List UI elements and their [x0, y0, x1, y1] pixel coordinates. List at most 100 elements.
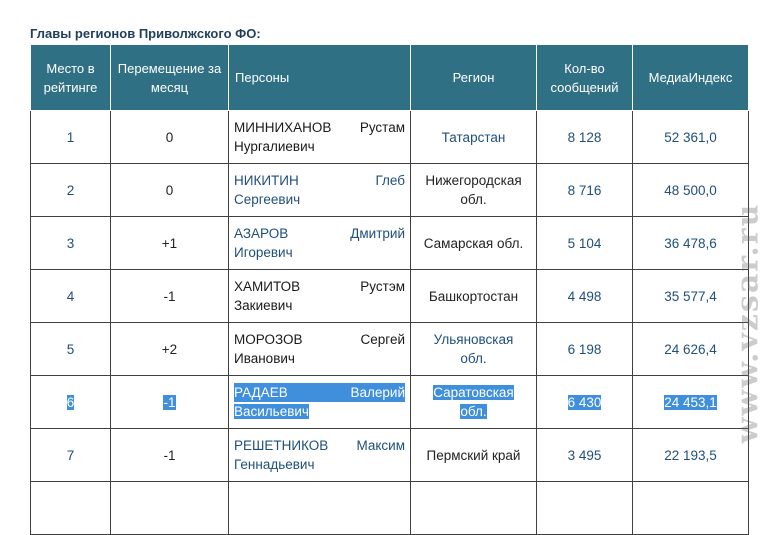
region-name: Саратовская: [433, 385, 514, 400]
selected-text: 24 453,1: [664, 394, 717, 410]
table-row: 7 -1 РЕШЕТНИКОВ Максим Геннадьевич Пермск…: [30, 428, 749, 482]
person-patronymic: Иванович: [234, 351, 295, 366]
person-cell: МОРОЗОВ Сергей Иванович: [228, 322, 411, 376]
person-cell[interactable]: РЕШЕТНИКОВ Максим Геннадьевич: [228, 428, 411, 482]
media-index-cell: 52 361,0: [632, 110, 749, 164]
table-row: 2 0 НИКИТИН Глеб Сергеевич Нижегородская …: [30, 163, 749, 217]
person-cell: ХАМИТОВ Рустэм Закиевич: [228, 269, 411, 323]
media-index-cell: 22 193,5: [632, 428, 749, 482]
change-cell: 0: [110, 163, 229, 217]
rank-cell: 7: [30, 428, 111, 482]
table-heading: Главы регионов Приволжского ФО:: [30, 26, 261, 41]
messages-cell: 3 495: [536, 428, 633, 482]
rank-cell: [30, 481, 111, 535]
media-index-cell: 35 577,4: [632, 269, 749, 323]
region-name: Пермский край: [426, 447, 521, 463]
change-cell: +1: [110, 216, 229, 270]
person-surname: НИКИТИН: [234, 173, 299, 188]
region-name-suffix: обл.: [460, 192, 487, 207]
change-cell: 0: [110, 110, 229, 164]
media-index-cell: 48 500,0: [632, 163, 749, 217]
region-name: Ульяновская: [433, 332, 514, 347]
change-cell: +2: [110, 322, 229, 376]
region-name-suffix: обл.: [460, 351, 487, 366]
table-row: 1 0 МИННИХАНОВ Рустам Нургалиевич Татарст…: [30, 110, 749, 164]
person-cell[interactable]: РАДАЕВ Валерий Васильевич: [228, 375, 411, 429]
region-name-suffix: обл.: [460, 404, 487, 419]
person-patronymic: Игоревич: [234, 245, 293, 260]
table-row: 5 +2 МОРОЗОВ Сергей Иванович Ульяновская …: [30, 322, 749, 376]
region-cell: [410, 481, 537, 535]
messages-cell: 5 104: [536, 216, 633, 270]
media-index-cell: [632, 481, 749, 535]
messages-cell: 6 198: [536, 322, 633, 376]
person-first-name: Рустэм: [360, 279, 405, 294]
table-row: 3 +1 АЗАРОВ Дмитрий Игоревич Самарская об…: [30, 216, 749, 270]
rank-cell: 1: [30, 110, 111, 164]
person-first-name: Сергей: [360, 332, 405, 347]
media-index-cell: 36 478,6: [632, 216, 749, 270]
col-header-person: Персоны: [228, 44, 411, 111]
messages-cell: 6 430: [536, 375, 633, 429]
header-row: Место в рейтинге Перемещение за месяц Пе…: [30, 44, 749, 111]
rank-cell: 5: [30, 322, 111, 376]
media-index-cell: 24 453,1: [632, 375, 749, 429]
table-row-partial: [30, 481, 749, 535]
rank-cell: 2: [30, 163, 111, 217]
person-surname: РЕШЕТНИКОВ: [234, 438, 329, 453]
region-name: Самарская обл.: [423, 235, 524, 251]
messages-cell: 8 716: [536, 163, 633, 217]
selected-text: 6 430: [567, 394, 602, 410]
region-cell: Самарская обл.: [410, 216, 537, 270]
rank-cell: 4: [30, 269, 111, 323]
person-cell: МИННИХАНОВ Рустам Нургалиевич: [228, 110, 411, 164]
person-cell[interactable]: НИКИТИН Глеб Сергеевич: [228, 163, 411, 217]
change-cell: -1: [110, 375, 229, 429]
person-first-name: Максим: [356, 438, 405, 453]
person-first-name: Глеб: [375, 173, 405, 188]
messages-cell: [536, 481, 633, 535]
col-header-rank: Место в рейтинге: [30, 44, 111, 111]
rank-cell: 3: [30, 216, 111, 270]
region-name: Татарстан: [441, 129, 506, 145]
change-cell: [110, 481, 229, 535]
person-surname: МОРОЗОВ: [234, 332, 303, 347]
selected-text: -1: [163, 394, 176, 410]
person-patronymic: Закиевич: [234, 298, 293, 313]
table-row: 4 -1 ХАМИТОВ Рустэм Закиевич Башкортостан…: [30, 269, 749, 323]
messages-cell: 8 128: [536, 110, 633, 164]
col-header-change: Перемещение за месяц: [110, 44, 229, 111]
person-patronymic: Нургалиевич: [234, 139, 315, 154]
messages-cell: 4 498: [536, 269, 633, 323]
person-first-name: Дмитрий: [350, 226, 405, 241]
region-cell[interactable]: Татарстан: [410, 110, 537, 164]
person-surname: ХАМИТОВ: [234, 279, 301, 294]
region-name: Нижегородская: [425, 173, 522, 188]
person-patronymic: Сергеевич: [234, 192, 301, 207]
region-cell[interactable]: Ульяновская обл.: [410, 322, 537, 376]
change-cell: -1: [110, 428, 229, 482]
change-cell: -1: [110, 269, 229, 323]
ranking-table: Место в рейтинге Перемещение за месяц Пе…: [30, 44, 749, 535]
col-header-messages: Кол-во сообщений: [536, 44, 633, 111]
person-first-name: Рустам: [359, 120, 405, 135]
col-header-region: Регион: [410, 44, 537, 111]
table-row-selected: 6 -1 РАДАЕВ Валерий Васильевич Саратовска…: [30, 375, 749, 429]
person-surname: АЗАРОВ: [234, 226, 289, 241]
person-patronymic: Геннадьевич: [234, 457, 315, 472]
col-header-media-index: МедиаИндекс: [632, 44, 749, 111]
person-surname: РАДАЕВ: [234, 385, 288, 400]
media-index-cell: 24 626,4: [632, 322, 749, 376]
rank-cell: 6: [30, 375, 111, 429]
region-cell: Башкортостан: [410, 269, 537, 323]
person-surname: МИННИХАНОВ: [234, 120, 332, 135]
region-name: Башкортостан: [428, 288, 519, 304]
person-cell: [228, 481, 411, 535]
region-cell[interactable]: Саратовская обл.: [410, 375, 537, 429]
person-first-name: Валерий: [350, 385, 406, 400]
person-cell[interactable]: АЗАРОВ Дмитрий Игоревич: [228, 216, 411, 270]
person-patronymic: Васильевич: [234, 404, 309, 419]
region-cell: Пермский край: [410, 428, 537, 482]
region-cell: Нижегородская обл.: [410, 163, 537, 217]
selected-text: 6: [66, 394, 75, 410]
